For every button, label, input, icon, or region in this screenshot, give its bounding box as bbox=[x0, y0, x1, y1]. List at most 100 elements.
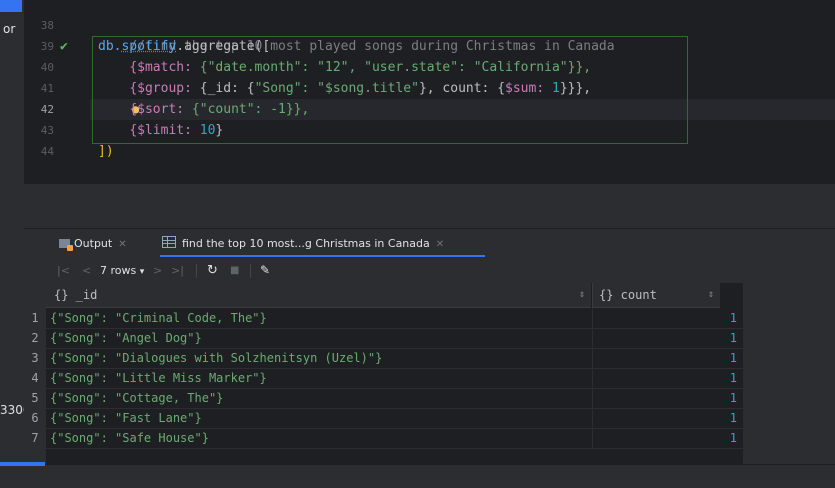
stop-icon[interactable]: ■ bbox=[230, 258, 239, 283]
toolbar-separator bbox=[250, 264, 251, 278]
code-token: 1 bbox=[544, 81, 560, 96]
column-header-id[interactable]: {} _id ⇕ bbox=[46, 283, 591, 308]
code-editor[interactable]: 38 39 ✔ 40 41 42 43 44 ● //find the top 1… bbox=[24, 0, 835, 183]
cell-count[interactable]: 1 bbox=[592, 348, 742, 368]
line-number: 42 bbox=[40, 103, 54, 116]
cell-id[interactable]: {"Song": "Criminal Code, The"} bbox=[50, 308, 590, 328]
refresh-icon[interactable]: ↻ bbox=[207, 258, 218, 283]
table-row[interactable]: 5 {"Song": "Cottage, The"} 1 bbox=[24, 388, 743, 409]
tab-output-label: Output bbox=[74, 237, 113, 250]
pin-icon[interactable]: ✎ bbox=[260, 258, 270, 283]
output-icon bbox=[59, 239, 73, 251]
table-row[interactable]: 7 {"Song": "Safe House"} 1 bbox=[24, 428, 743, 449]
row-number: 5 bbox=[24, 388, 46, 408]
checkmark-icon: ✔ bbox=[60, 39, 68, 54]
row-number: 6 bbox=[24, 408, 46, 428]
line-number: 39 bbox=[40, 40, 54, 53]
gutter-line-41: 41 bbox=[24, 78, 90, 99]
code-line-41: {$group: {_id: {"Song": "$song.title"}, … bbox=[98, 78, 591, 99]
line-number: 44 bbox=[40, 145, 54, 158]
active-tab-indicator bbox=[160, 255, 485, 257]
cell-count[interactable]: 1 bbox=[592, 328, 742, 348]
column-header-count-label: {} count bbox=[599, 288, 657, 302]
tab-query-result[interactable]: find the top 10 most...g Christmas in Ca… bbox=[162, 229, 444, 258]
editor-empty-area bbox=[24, 183, 835, 229]
cell-id[interactable]: {"Song": "Little Miss Marker"} bbox=[50, 368, 590, 388]
selection-highlight bbox=[0, 0, 22, 12]
code-token: 10 bbox=[191, 123, 216, 138]
close-icon[interactable]: ✕ bbox=[118, 239, 126, 250]
code-line-43: {$limit: 10} bbox=[98, 120, 223, 141]
column-header-id-label: {} _id bbox=[54, 288, 98, 302]
sort-icon[interactable]: ⇕ bbox=[708, 283, 714, 307]
line-number: 38 bbox=[40, 19, 54, 32]
gutter-line-43: 43 bbox=[24, 120, 90, 141]
row-number: 1 bbox=[24, 308, 46, 328]
close-icon[interactable]: ✕ bbox=[436, 239, 444, 250]
gutter-line-40: 40 bbox=[24, 57, 90, 78]
code-line-39: db.spotify.aggregate([ bbox=[98, 36, 270, 57]
cell-count[interactable]: 1 bbox=[592, 388, 742, 408]
gutter-line-39: 39 ✔ bbox=[24, 36, 90, 57]
cell-count[interactable]: 1 bbox=[592, 428, 742, 448]
row-number: 7 bbox=[24, 428, 46, 448]
line-number: 41 bbox=[40, 82, 54, 95]
table-row[interactable]: 1 {"Song": "Criminal Code, The"} 1 bbox=[24, 308, 743, 329]
code-line-44: ]) bbox=[98, 141, 114, 162]
chevron-down-icon: ▾ bbox=[139, 267, 145, 277]
rows-count-dropdown[interactable]: 7 rows ▾ bbox=[100, 258, 144, 283]
sort-icon[interactable]: ⇕ bbox=[579, 283, 585, 307]
code-line-38: //find the top 10 most played songs duri… bbox=[98, 15, 614, 54]
table-icon bbox=[162, 236, 176, 248]
code-token: } bbox=[215, 123, 224, 138]
code-token: {$sort: bbox=[129, 102, 185, 117]
first-page-icon[interactable]: |< bbox=[57, 258, 70, 283]
cell-count[interactable]: 1 bbox=[592, 368, 742, 388]
tab-output[interactable]: Output ✕ bbox=[59, 229, 127, 258]
table-row[interactable]: 3 {"Song": "Dialogues with Solzhenitsyn … bbox=[24, 348, 743, 369]
tab-result-label: find the top 10 most...g Christmas in Ca… bbox=[182, 237, 430, 250]
cell-id[interactable]: {"Song": "Fast Lane"} bbox=[50, 408, 590, 428]
code-token: {"count": -1}}, bbox=[184, 102, 310, 117]
row-number: 4 bbox=[24, 368, 46, 388]
column-header-count[interactable]: {} count ⇕ bbox=[592, 283, 720, 308]
result-toolbar: |< < 7 rows ▾ > >| ↻ ■ ✎ bbox=[24, 258, 835, 283]
cell-count[interactable]: 1 bbox=[592, 408, 742, 428]
code-token: ]) bbox=[98, 144, 114, 159]
bottom-accent-bar bbox=[0, 462, 45, 466]
line-number: 43 bbox=[40, 124, 54, 137]
row-number: 2 bbox=[24, 328, 46, 348]
line-number: 40 bbox=[40, 61, 54, 74]
gutter-line-38: 38 bbox=[24, 15, 90, 36]
cell-count[interactable]: 1 bbox=[592, 308, 742, 328]
code-token: {$group: bbox=[129, 81, 192, 96]
code-token: db. bbox=[98, 39, 122, 54]
code-line-42: {$sort: {"count": -1}}, bbox=[98, 99, 309, 120]
last-page-icon[interactable]: >| bbox=[171, 258, 184, 283]
rows-count-label: 7 rows bbox=[100, 264, 137, 277]
cell-id[interactable]: {"Song": "Cottage, The"} bbox=[50, 388, 590, 408]
code-line-40: {$match: {"date.month": "12", "user.stat… bbox=[98, 57, 591, 78]
code-token: {_id: { bbox=[191, 81, 255, 96]
code-token: {$match: bbox=[129, 60, 192, 75]
prev-page-icon[interactable]: < bbox=[82, 258, 91, 283]
table-row[interactable]: 2 {"Song": "Angel Dog"} 1 bbox=[24, 328, 743, 349]
cell-id[interactable]: {"Song": "Safe House"} bbox=[50, 428, 590, 448]
results-grid: {} _id ⇕ {} count ⇕ 1 {"Song": "Criminal… bbox=[24, 283, 835, 464]
cell-id[interactable]: {"Song": "Dialogues with Solzhenitsyn (U… bbox=[50, 348, 590, 368]
gutter-line-44: 44 bbox=[24, 141, 90, 162]
table-row[interactable]: 4 {"Song": "Little Miss Marker"} 1 bbox=[24, 368, 743, 389]
code-token: {$limit: bbox=[129, 123, 192, 138]
next-page-icon[interactable]: > bbox=[153, 258, 162, 283]
code-token: }}}, bbox=[559, 81, 592, 96]
cell-id[interactable]: {"Song": "Angel Dog"} bbox=[50, 328, 590, 348]
table-row[interactable]: 6 {"Song": "Fast Lane"} 1 bbox=[24, 408, 743, 429]
code-token: .aggregate([ bbox=[176, 39, 271, 54]
toolbar-separator bbox=[196, 264, 197, 278]
code-token: spotify bbox=[121, 39, 177, 54]
status-bar bbox=[0, 464, 835, 488]
